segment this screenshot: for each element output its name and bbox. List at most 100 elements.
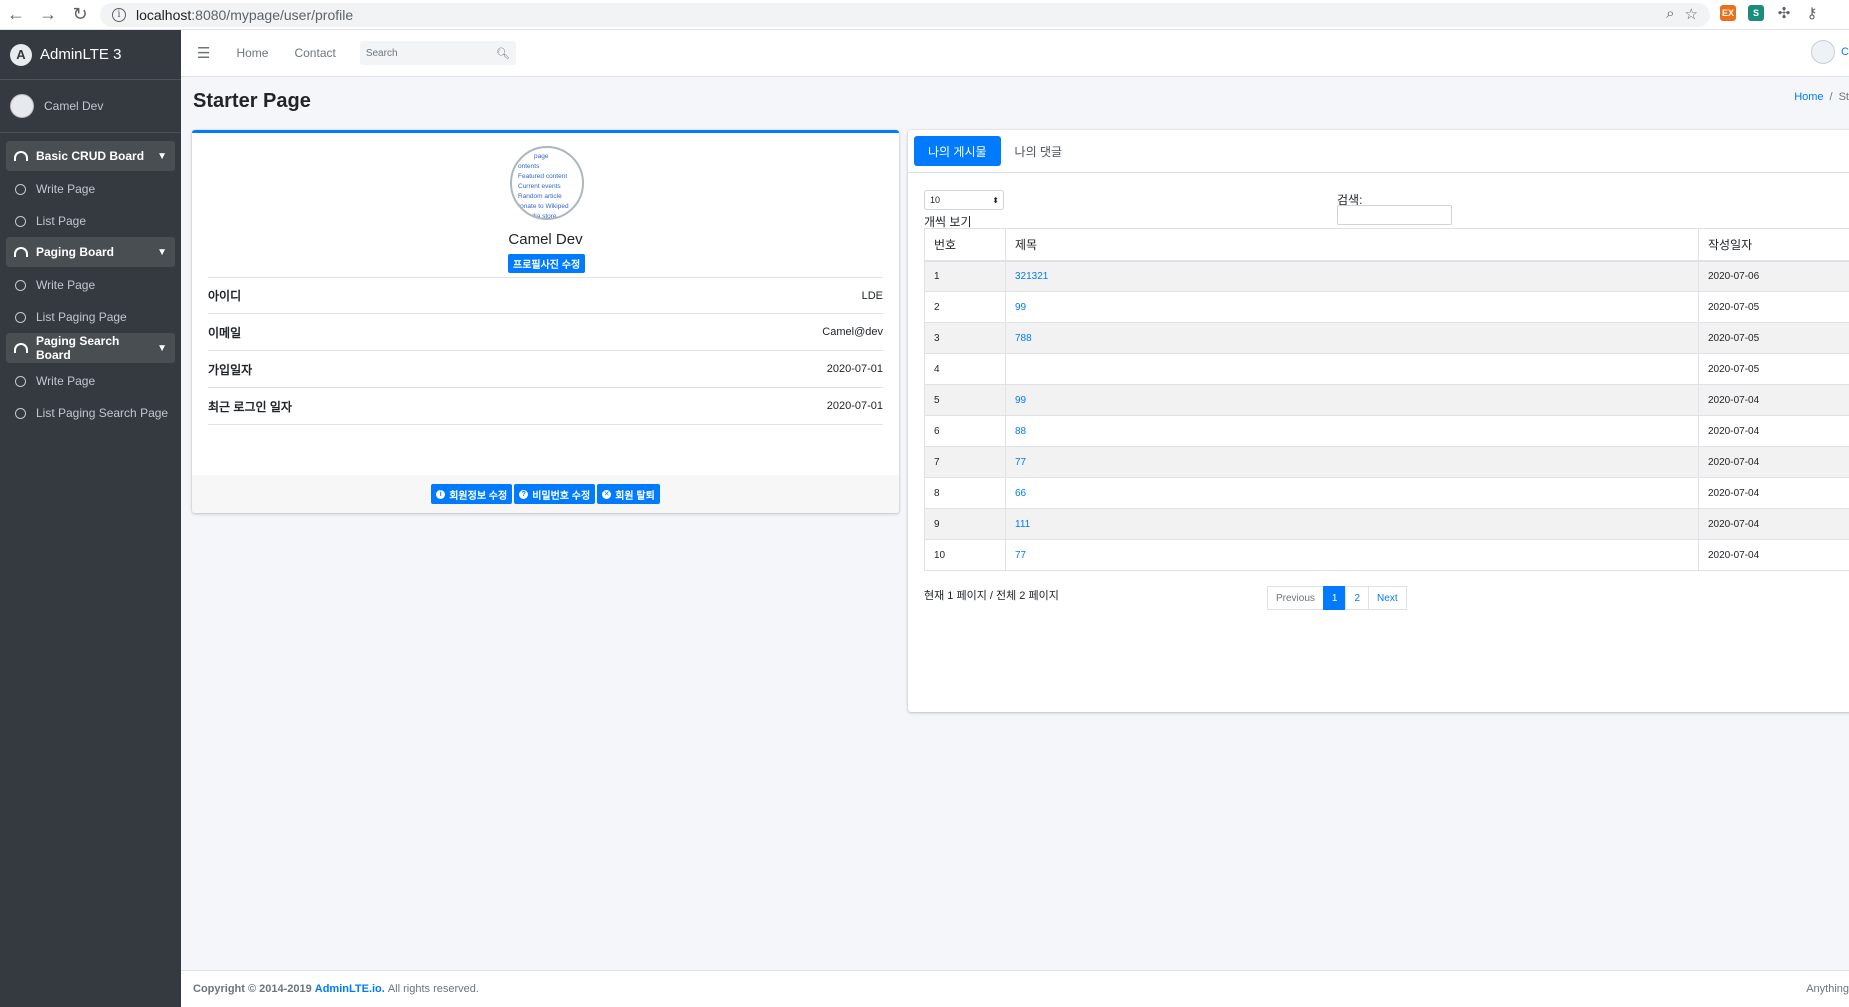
sidebar-item-list-paging-search-page[interactable]: List Paging Search Page — [6, 397, 175, 429]
profile-card-footer: i 회원정보 수정 ? 비밀번호 수정 ✕ 회원 탈퇴 — [192, 475, 899, 513]
table-row: 6 88 2020-07-04 — [924, 415, 1849, 447]
post-title-link[interactable]: 88 — [1015, 426, 1026, 437]
sidebar-item-list-page[interactable]: List Page — [6, 205, 175, 237]
hamburger-icon[interactable]: ☰ — [197, 44, 210, 62]
sidebar-item-label: Write Page — [36, 374, 96, 388]
edit-info-button[interactable]: i 회원정보 수정 — [431, 484, 513, 504]
table-row: 2 99 2020-07-05 — [924, 291, 1849, 323]
brand-text: AdminLTE 3 — [40, 46, 122, 63]
address-bar[interactable]: i localhost:8080/mypage/user/profile ⌕ ☆ — [100, 3, 1710, 27]
user-menu-label[interactable]: C — [1841, 46, 1849, 58]
column-header-no[interactable]: 번호 — [924, 228, 1006, 262]
circle-icon — [15, 311, 26, 323]
reload-icon[interactable]: ↻ — [64, 0, 96, 30]
withdraw-button[interactable]: ✕ 회원 탈퇴 — [597, 484, 660, 504]
sidebar-item-label: Write Page — [36, 182, 96, 196]
navbar-search-input[interactable]: Search 🔍︎ — [359, 41, 516, 65]
post-title-link[interactable]: 788 — [1015, 333, 1032, 344]
post-title-link[interactable]: 321321 — [1015, 271, 1048, 282]
key-icon[interactable]: ⚷ — [1804, 5, 1820, 22]
dashboard-icon — [14, 151, 28, 161]
sidebar-item-label: List Paging Search Page — [36, 406, 169, 420]
post-title-link[interactable]: 77 — [1015, 550, 1026, 561]
footer-brand-link[interactable]: AdminLTE.io. — [315, 983, 385, 995]
browser-toolbar: ← → ↻ i localhost:8080/mypage/user/profi… — [0, 0, 1849, 30]
sidebar-item-write-page[interactable]: Write Page — [6, 173, 175, 205]
info-value: 2020-07-01 — [826, 363, 883, 375]
top-navbar: ☰ Home Contact Search 🔍︎ C — [181, 30, 1849, 77]
info-key: 최근 로그인 일자 — [208, 399, 292, 414]
cell-date: 2020-07-05 — [1698, 322, 1849, 354]
cell-no: 7 — [924, 446, 1006, 478]
tab-my-comments[interactable]: 나의 댓글 — [1001, 136, 1077, 166]
extension-icon[interactable]: EX — [1720, 5, 1736, 21]
user-avatar[interactable] — [1811, 40, 1835, 64]
menu-group-paging-search-board[interactable]: Paging Search Board ▼ — [6, 333, 175, 363]
post-title-link[interactable]: 77 — [1015, 457, 1026, 468]
pagination-next[interactable]: Next — [1368, 586, 1407, 610]
profile-info-list: 아이디 LDE 이메일 Camel@dev 가입일자 2020-07-01 최근… — [208, 277, 883, 425]
cell-title: 77 — [1005, 539, 1699, 571]
table-header-row: 번호 제목 작성일자 — [924, 228, 1849, 262]
info-row-join-date: 가입일자 2020-07-01 — [208, 351, 883, 388]
picture-text: ontents — [518, 163, 540, 170]
sidebar-item-list-paging-page[interactable]: List Paging Page — [6, 301, 175, 333]
puzzle-icon[interactable]: ✣ — [1776, 5, 1792, 22]
cell-no: 2 — [924, 291, 1006, 323]
info-icon[interactable]: i — [112, 8, 126, 22]
info-circle-icon: i — [436, 489, 446, 499]
post-title-link[interactable]: 66 — [1015, 488, 1026, 499]
zoom-icon[interactable]: ⌕ — [1666, 5, 1674, 23]
sidebar-item-write-page[interactable]: Write Page — [6, 269, 175, 301]
page-length-select[interactable]: 10 ⬍ — [924, 190, 1004, 210]
menu-group-basic-crud[interactable]: Basic CRUD Board ▼ — [6, 141, 175, 171]
info-value: Camel@dev — [822, 326, 883, 338]
profile-card: page ontents Featured content Current ev… — [192, 130, 899, 513]
back-icon[interactable]: ← — [0, 0, 32, 30]
sidebar-menu: Basic CRUD Board ▼ Write Page List Page … — [0, 133, 181, 437]
tab-my-posts[interactable]: 나의 게시물 — [914, 136, 1001, 166]
cell-date: 2020-07-05 — [1698, 291, 1849, 323]
chevron-down-icon: ▼ — [157, 246, 167, 258]
brand-link[interactable]: A AdminLTE 3 — [0, 30, 181, 80]
sidebar-item-label: List Paging Page — [36, 310, 127, 324]
edit-photo-button[interactable]: 프로필사진 수정 — [508, 254, 586, 273]
table-row: 5 99 2020-07-04 — [924, 384, 1849, 416]
cell-date: 2020-07-06 — [1698, 260, 1849, 292]
pagination-page-2[interactable]: 2 — [1345, 586, 1370, 610]
post-title-link[interactable]: 99 — [1015, 302, 1026, 313]
cell-date: 2020-07-04 — [1698, 477, 1849, 509]
change-password-button[interactable]: ? 비밀번호 수정 — [514, 484, 596, 504]
pagination-previous[interactable]: Previous — [1267, 586, 1324, 610]
sidebar-item-write-page[interactable]: Write Page — [6, 365, 175, 397]
pagination: Previous 1 2 Next — [1267, 586, 1407, 610]
column-header-title[interactable]: 제목 — [1005, 228, 1699, 262]
profile-name: Camel Dev — [508, 231, 583, 248]
button-label: 비밀번호 수정 — [532, 490, 591, 502]
button-label: 회원정보 수정 — [449, 490, 508, 502]
cell-title: 88 — [1005, 415, 1699, 447]
url-host: localhost — [136, 7, 192, 23]
column-header-date[interactable]: 작성일자 — [1698, 228, 1849, 262]
post-title-link[interactable]: 111 — [1015, 519, 1030, 530]
nav-link-home[interactable]: Home — [236, 46, 268, 60]
menu-group-paging-board[interactable]: Paging Board ▼ — [6, 237, 175, 267]
extension-icon[interactable]: S — [1748, 5, 1764, 21]
info-key: 가입일자 — [208, 362, 253, 377]
nav-link-contact[interactable]: Contact — [294, 46, 335, 60]
cell-title: 111 — [1005, 508, 1699, 540]
forward-icon[interactable]: → — [32, 0, 64, 30]
post-title-link[interactable]: 99 — [1015, 395, 1026, 406]
user-panel[interactable]: Camel Dev — [0, 80, 181, 133]
picture-text: Featured content — [518, 173, 568, 180]
main-footer: Copyright © 2014-2019 AdminLTE.io. All r… — [181, 970, 1849, 1007]
picture-text: edia store — [528, 213, 557, 220]
pagination-page-1[interactable]: 1 — [1322, 586, 1347, 610]
dashboard-icon — [14, 247, 28, 257]
star-icon[interactable]: ☆ — [1685, 5, 1698, 23]
search-icon[interactable]: 🔍︎ — [496, 47, 510, 60]
table-search-input[interactable] — [1337, 205, 1452, 225]
breadcrumb-home[interactable]: Home — [1794, 91, 1823, 103]
breadcrumb-separator: / — [1829, 91, 1833, 103]
breadcrumb: Home / St — [1794, 91, 1849, 103]
